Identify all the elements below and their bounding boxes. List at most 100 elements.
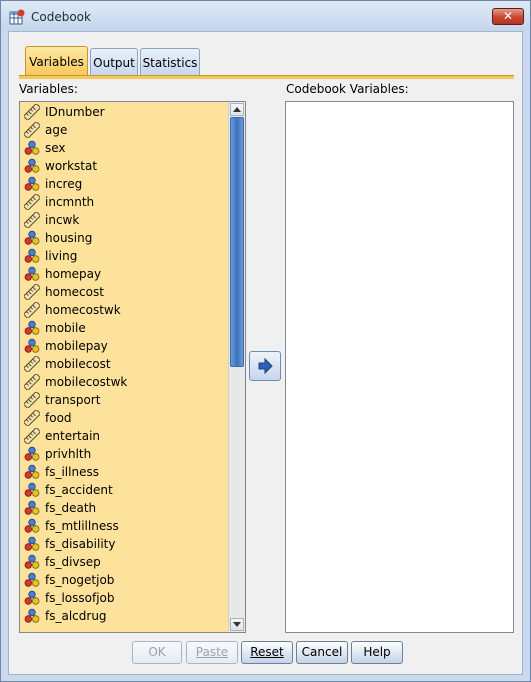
variable-name: mobile [45,321,86,335]
variable-name: mobilecost [45,357,111,371]
cancel-button[interactable]: Cancel [296,641,348,664]
variable-item[interactable]: fs_illness [24,463,224,481]
variable-name: incwk [45,213,80,227]
variable-item[interactable]: fs_nogetjob [24,571,224,589]
tab-statistics[interactable]: Statistics [140,48,200,75]
close-button[interactable]: ✕ [492,8,524,25]
nominal-icon [24,554,40,569]
nominal-icon [24,140,40,155]
variable-name: transport [45,393,101,407]
variable-name: fs_disability [45,537,116,551]
variable-name: IDnumber [45,105,105,119]
codebook-dialog: Codebook ✕ Variables Output Statistics V… [0,0,531,682]
tab-variables[interactable]: Variables [25,46,88,76]
variable-name: fs_death [45,501,97,515]
scale-ruler-icon [24,284,40,300]
variable-item[interactable]: homecostwk [24,301,224,319]
tab-output[interactable]: Output [90,48,138,75]
variable-name: fs_alcdrug [45,609,107,623]
variable-name: fs_illness [45,465,99,479]
scroll-down-arrow[interactable] [230,618,244,631]
chevron-up-icon [233,107,241,112]
scale-ruler-icon [24,122,40,138]
variable-item[interactable]: mobile [24,319,224,337]
variable-item[interactable]: workstat [24,157,224,175]
variable-item[interactable]: fs_alcdrug [24,607,224,625]
scale-ruler-icon [24,392,40,408]
scale-ruler-icon [24,104,40,120]
scale-ruler-icon [24,356,40,372]
nominal-icon [24,158,40,173]
nominal-icon [24,536,40,551]
variables-scrollbar[interactable] [228,102,245,632]
variable-item[interactable]: fs_death [24,499,224,517]
variable-item[interactable]: fs_mtlillness [24,517,224,535]
variable-item[interactable]: increg [24,175,224,193]
variable-item[interactable]: mobilecostwk [24,373,224,391]
scroll-up-arrow[interactable] [230,103,244,116]
variable-item[interactable]: mobilecost [24,355,224,373]
variables-label: Variables: [19,82,78,96]
nominal-icon [24,482,40,497]
move-to-codebook-button[interactable] [249,351,281,381]
variable-item[interactable]: entertain [24,427,224,445]
scale-ruler-icon [24,410,40,426]
nominal-icon [24,608,40,623]
nominal-icon [24,266,40,281]
variable-item[interactable]: age [24,121,224,139]
variable-name: homecost [45,285,104,299]
variable-name: sex [45,141,66,155]
variable-name: living [45,249,78,263]
variable-item[interactable]: fs_divsep [24,553,224,571]
help-button[interactable]: Help [351,641,403,664]
variable-name: homecostwk [45,303,121,317]
variable-name: fs_nogetjob [45,573,115,587]
variable-item[interactable]: food [24,409,224,427]
scale-ruler-icon [24,374,40,390]
nominal-icon [24,518,40,533]
variable-name: food [45,411,72,425]
app-icon [9,9,25,25]
variable-item[interactable]: incwk [24,211,224,229]
variable-name: privhlth [45,447,92,461]
variable-item[interactable]: privhlth [24,445,224,463]
variable-item[interactable]: transport [24,391,224,409]
variable-item[interactable]: homepay [24,265,224,283]
scale-ruler-icon [24,302,40,318]
variable-name: fs_accident [45,483,113,497]
variable-item[interactable]: homecost [24,283,224,301]
variable-item[interactable]: incmnth [24,193,224,211]
window-title: Codebook [31,10,91,24]
codebook-variables-label: Codebook Variables: [286,82,409,96]
nominal-icon [24,500,40,515]
nominal-icon [24,590,40,605]
variable-item[interactable]: sex [24,139,224,157]
scroll-thumb[interactable] [230,117,244,367]
variable-item[interactable]: fs_disability [24,535,224,553]
variables-list[interactable]: IDnumber age sex workstat increg incmnth incwk… [19,101,246,633]
nominal-icon [24,464,40,479]
arrow-right-icon [258,357,273,375]
title-bar[interactable]: Codebook ✕ [1,1,530,31]
variable-item[interactable]: mobilepay [24,337,224,355]
reset-button[interactable]: Reset [241,641,293,664]
scale-ruler-icon [24,194,40,210]
variable-item[interactable]: fs_lossofjob [24,589,224,607]
variable-item[interactable]: IDnumber [24,103,224,121]
tab-underline [19,75,514,79]
nominal-icon [24,446,40,461]
variable-name: mobilecostwk [45,375,128,389]
variable-item[interactable]: housing [24,229,224,247]
close-icon: ✕ [502,9,514,23]
paste-button[interactable]: Paste [186,641,238,664]
ok-button[interactable]: OK [132,641,182,664]
codebook-variables-list[interactable] [285,101,514,633]
scale-ruler-icon [24,428,40,444]
variable-name: mobilepay [45,339,108,353]
variable-item[interactable]: fs_accident [24,481,224,499]
nominal-icon [24,338,40,353]
variable-item[interactable]: living [24,247,224,265]
variable-name: age [45,123,68,137]
variable-name: fs_mtlillness [45,519,119,533]
chevron-down-icon [233,622,241,627]
